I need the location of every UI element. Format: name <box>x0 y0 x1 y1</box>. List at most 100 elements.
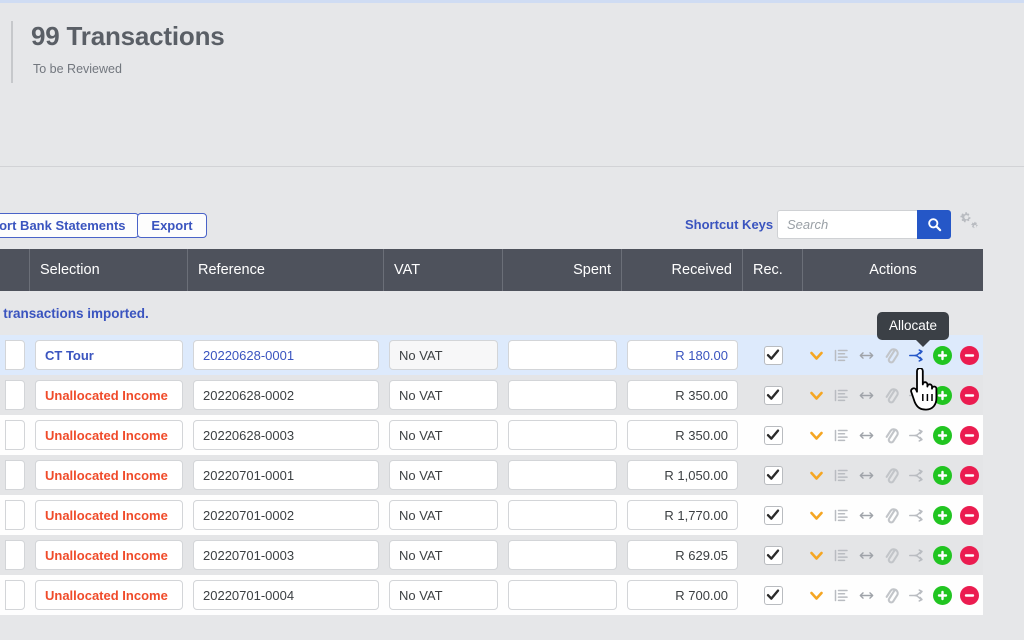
chevron-down-icon[interactable] <box>808 547 825 564</box>
chevron-down-icon[interactable] <box>808 427 825 444</box>
column-header-actions[interactable]: Actions <box>803 249 983 291</box>
chevron-down-icon[interactable] <box>808 587 825 604</box>
settings-button[interactable] <box>957 209 983 235</box>
paperclip-icon[interactable] <box>883 387 900 404</box>
reference-field[interactable]: 20220628-0001 <box>193 340 379 370</box>
add-icon[interactable] <box>933 346 952 365</box>
allocate-icon[interactable] <box>908 507 925 524</box>
received-field[interactable]: R 350.00 <box>627 420 738 450</box>
table-row[interactable]: CT Tour 20220628-0001 No VAT R 180.00 <box>0 335 983 375</box>
column-header-rec[interactable]: Rec. <box>743 249 803 291</box>
date-field[interactable] <box>5 460 25 490</box>
date-field[interactable] <box>5 500 25 530</box>
list-icon[interactable] <box>833 587 850 604</box>
vat-field[interactable]: No VAT <box>389 340 498 370</box>
chevron-down-icon[interactable] <box>808 347 825 364</box>
received-field[interactable]: R 180.00 <box>627 340 738 370</box>
vat-field[interactable]: No VAT <box>389 460 498 490</box>
paperclip-icon[interactable] <box>883 507 900 524</box>
import-bank-statements-button[interactable]: Import Bank Statements <box>0 213 139 238</box>
remove-icon[interactable] <box>960 426 979 445</box>
list-icon[interactable] <box>833 427 850 444</box>
selection-field[interactable]: Unallocated Income <box>35 380 183 410</box>
spent-field[interactable] <box>508 540 617 570</box>
spent-field[interactable] <box>508 580 617 610</box>
vat-field[interactable]: No VAT <box>389 540 498 570</box>
selection-field[interactable]: Unallocated Income <box>35 500 183 530</box>
received-field[interactable]: R 1,770.00 <box>627 500 738 530</box>
received-field[interactable]: R 629.05 <box>627 540 738 570</box>
table-row[interactable]: Unallocated Income 20220628-0002 No VAT … <box>0 375 983 415</box>
allocate-icon[interactable] <box>908 467 925 484</box>
rec-checkbox[interactable] <box>764 586 783 605</box>
reference-field[interactable]: 20220701-0003 <box>193 540 379 570</box>
date-field[interactable] <box>5 580 25 610</box>
remove-icon[interactable] <box>960 346 979 365</box>
spent-field[interactable] <box>508 460 617 490</box>
date-field[interactable] <box>5 420 25 450</box>
remove-icon[interactable] <box>960 586 979 605</box>
column-header-spent[interactable]: Spent <box>503 249 622 291</box>
remove-icon[interactable] <box>960 386 979 405</box>
chevron-down-icon[interactable] <box>808 387 825 404</box>
remove-icon[interactable] <box>960 546 979 565</box>
chevron-down-icon[interactable] <box>808 507 825 524</box>
add-icon[interactable] <box>933 466 952 485</box>
paperclip-icon[interactable] <box>883 427 900 444</box>
add-icon[interactable] <box>933 386 952 405</box>
arrows-horizontal-icon[interactable] <box>858 507 875 524</box>
column-header-received[interactable]: Received <box>622 249 743 291</box>
add-icon[interactable] <box>933 426 952 445</box>
chevron-down-icon[interactable] <box>808 467 825 484</box>
selection-field[interactable]: Unallocated Income <box>35 420 183 450</box>
reference-field[interactable]: 20220701-0004 <box>193 580 379 610</box>
received-field[interactable]: R 700.00 <box>627 580 738 610</box>
add-icon[interactable] <box>933 506 952 525</box>
reference-field[interactable]: 20220628-0003 <box>193 420 379 450</box>
rec-checkbox[interactable] <box>764 386 783 405</box>
date-field[interactable] <box>5 540 25 570</box>
reference-field[interactable]: 20220701-0001 <box>193 460 379 490</box>
date-field[interactable] <box>5 340 25 370</box>
selection-field[interactable]: Unallocated Income <box>35 460 183 490</box>
list-icon[interactable] <box>833 347 850 364</box>
rec-checkbox[interactable] <box>764 466 783 485</box>
paperclip-icon[interactable] <box>883 347 900 364</box>
add-icon[interactable] <box>933 546 952 565</box>
arrows-horizontal-icon[interactable] <box>858 347 875 364</box>
column-header-date[interactable] <box>0 249 30 291</box>
paperclip-icon[interactable] <box>883 547 900 564</box>
vat-field[interactable]: No VAT <box>389 500 498 530</box>
rec-checkbox[interactable] <box>764 506 783 525</box>
rec-checkbox[interactable] <box>764 426 783 445</box>
column-header-vat[interactable]: VAT <box>384 249 503 291</box>
received-field[interactable]: R 1,050.00 <box>627 460 738 490</box>
table-row[interactable]: Unallocated Income 20220701-0002 No VAT … <box>0 495 983 535</box>
arrows-horizontal-icon[interactable] <box>858 387 875 404</box>
reference-field[interactable]: 20220628-0002 <box>193 380 379 410</box>
list-icon[interactable] <box>833 507 850 524</box>
arrows-horizontal-icon[interactable] <box>858 467 875 484</box>
table-row[interactable]: Unallocated Income 20220701-0003 No VAT … <box>0 535 983 575</box>
table-row[interactable]: Unallocated Income 20220701-0001 No VAT … <box>0 455 983 495</box>
spent-field[interactable] <box>508 340 617 370</box>
allocate-icon[interactable] <box>908 347 925 364</box>
spent-field[interactable] <box>508 420 617 450</box>
search-button[interactable] <box>917 210 951 239</box>
rec-checkbox[interactable] <box>764 546 783 565</box>
export-button[interactable]: Export <box>137 213 207 238</box>
allocate-icon[interactable] <box>908 587 925 604</box>
column-header-selection[interactable]: Selection <box>30 249 188 291</box>
shortcut-keys-link[interactable]: Shortcut Keys <box>685 217 773 232</box>
arrows-horizontal-icon[interactable] <box>858 427 875 444</box>
vat-field[interactable]: No VAT <box>389 420 498 450</box>
arrows-horizontal-icon[interactable] <box>858 547 875 564</box>
add-icon[interactable] <box>933 586 952 605</box>
list-icon[interactable] <box>833 387 850 404</box>
remove-icon[interactable] <box>960 466 979 485</box>
list-icon[interactable] <box>833 547 850 564</box>
paperclip-icon[interactable] <box>883 587 900 604</box>
date-field[interactable] <box>5 380 25 410</box>
column-header-reference[interactable]: Reference <box>188 249 384 291</box>
table-row[interactable]: Unallocated Income 20220701-0004 No VAT … <box>0 575 983 615</box>
